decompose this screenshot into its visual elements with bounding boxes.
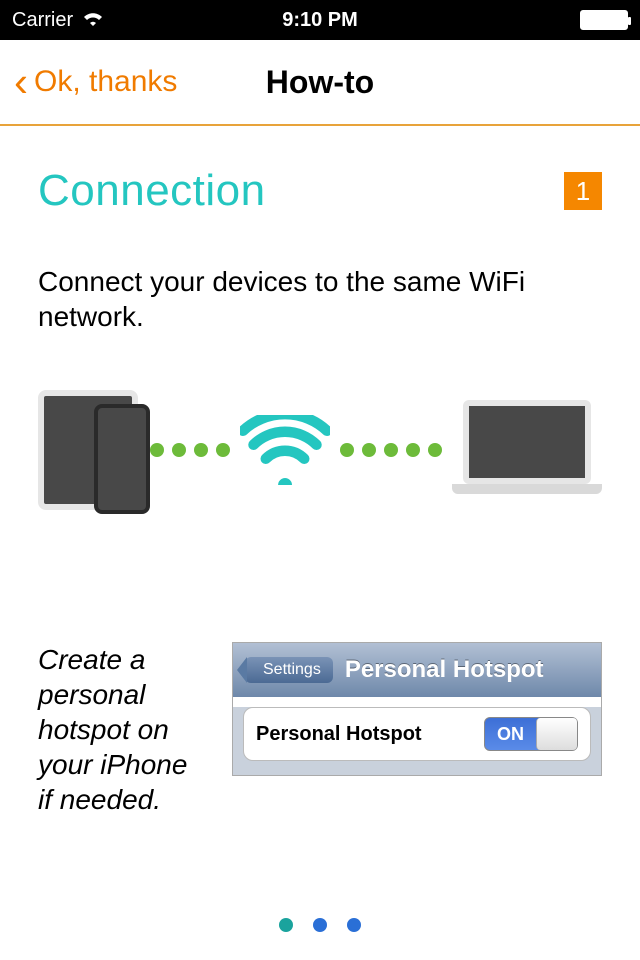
ios-panel-title: Personal Hotspot xyxy=(345,656,544,684)
back-button[interactable]: ‹ Ok, thanks xyxy=(0,61,177,103)
ios-switch: ON xyxy=(484,717,578,751)
wifi-icon xyxy=(81,8,105,32)
page-dot[interactable] xyxy=(347,918,361,932)
page-dot[interactable] xyxy=(313,918,327,932)
page-dot[interactable] xyxy=(279,918,293,932)
mobile-devices-icon xyxy=(38,390,118,510)
battery-icon xyxy=(580,10,628,30)
content: Connection 1 Connect your devices to the… xyxy=(0,126,640,817)
wifi-illustration xyxy=(38,380,602,520)
back-label: Ok, thanks xyxy=(34,65,177,99)
hotspot-hint: Create a personal hotspot on your iPhone… xyxy=(38,642,208,817)
page-title: How-to xyxy=(266,64,374,101)
ios-settings-back: Settings xyxy=(245,657,333,683)
section-title: Connection xyxy=(38,166,266,216)
wifi-icon xyxy=(240,415,330,485)
carrier-label: Carrier xyxy=(12,9,73,32)
clock: 9:10 PM xyxy=(282,9,358,32)
instruction-text: Connect your devices to the same WiFi ne… xyxy=(38,264,602,334)
connection-dots-icon xyxy=(340,443,442,457)
ios-cell-label: Personal Hotspot xyxy=(256,723,422,746)
navigation-bar: ‹ Ok, thanks How-to xyxy=(0,40,640,126)
hotspot-screenshot: Settings Personal Hotspot Personal Hotsp… xyxy=(232,642,602,776)
step-badge: 1 xyxy=(564,172,602,210)
status-bar: Carrier 9:10 PM xyxy=(0,0,640,40)
page-indicator[interactable] xyxy=(279,918,361,932)
chevron-left-icon: ‹ xyxy=(14,61,28,103)
laptop-icon xyxy=(452,400,602,500)
